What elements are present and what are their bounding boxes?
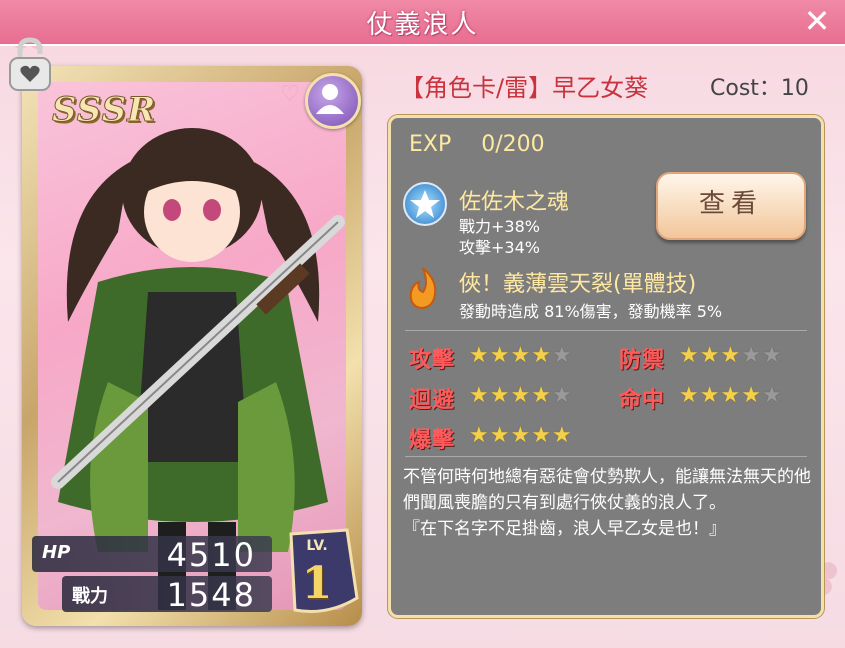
star-rating: ★★★★★ xyxy=(469,343,573,368)
favorite-heart-icon[interactable]: ♡ xyxy=(280,82,300,107)
power-row: 戰力 1548 xyxy=(62,576,272,614)
card-stats: HP 4510 戰力 1548 xyxy=(32,536,272,614)
star-filled-icon: ★ xyxy=(510,423,532,448)
stat-accuracy: 命中 ★★★★★ xyxy=(619,382,819,413)
star-filled-icon: ★ xyxy=(679,343,700,368)
star-filled-icon: ★ xyxy=(531,343,552,368)
stat-attack: 攻擊 ★★★★★ xyxy=(409,342,609,373)
title-bar: 仗義浪人 ✕ xyxy=(0,0,845,46)
star-empty-icon: ★ xyxy=(761,343,783,368)
view-button[interactable]: 查看 xyxy=(656,172,806,240)
avatar-icon[interactable] xyxy=(305,73,361,129)
info-panel: EXP 0/200 佐佐木之魂 戰力+38% 攻擊+34% 查看 俠！義薄雲天裂(… xyxy=(388,115,824,618)
level-label: LV. xyxy=(306,538,328,554)
level-badge: LV. 1 xyxy=(287,528,361,618)
exp-label: EXP xyxy=(409,132,452,157)
star-filled-icon: ★ xyxy=(469,423,490,448)
hp-label: HP xyxy=(42,542,71,563)
stat-label: 防禦 xyxy=(619,348,666,373)
fire-skill-icon xyxy=(403,266,443,310)
star-rating: ★★★★★ xyxy=(679,343,783,368)
star-filled-icon: ★ xyxy=(489,423,511,448)
stat-defense: 防禦 ★★★★★ xyxy=(619,342,819,373)
stat-evasion: 迴避 ★★★★★ xyxy=(409,382,609,413)
star-filled-icon: ★ xyxy=(699,343,721,368)
lock-icon[interactable] xyxy=(6,36,54,94)
star-empty-icon: ★ xyxy=(761,383,783,408)
star-filled-icon: ★ xyxy=(699,383,721,408)
stat-critical: 爆擊 ★★★★★ xyxy=(409,422,609,453)
star-filled-icon: ★ xyxy=(469,343,490,368)
skill1-name: 佐佐木之魂 xyxy=(459,190,570,215)
level-value: 1 xyxy=(301,558,333,609)
star-filled-icon: ★ xyxy=(489,383,511,408)
star-filled-icon: ★ xyxy=(551,423,573,448)
star-filled-icon: ★ xyxy=(510,383,532,408)
power-label: 戰力 xyxy=(72,586,108,607)
hp-row: HP 4510 xyxy=(32,536,272,574)
skill2-name: 俠！義薄雲天裂(單體技) xyxy=(459,272,697,297)
card-name: 【角色卡/雷】早乙女葵 xyxy=(400,74,649,102)
star-filled-icon: ★ xyxy=(741,383,762,408)
star-empty-icon: ★ xyxy=(741,343,762,368)
star-filled-icon: ★ xyxy=(720,343,742,368)
stat-label: 爆擊 xyxy=(409,428,456,453)
stat-label: 命中 xyxy=(619,388,666,413)
star-filled-icon: ★ xyxy=(510,343,532,368)
power-value: 1548 xyxy=(166,576,256,614)
exp-row: EXP 0/200 xyxy=(409,132,545,157)
star-rating: ★★★★★ xyxy=(469,423,573,448)
divider xyxy=(405,456,807,457)
card-cost: Cost：10 xyxy=(710,76,809,101)
card-description: 不管何時何地總有惡徒會仗勢欺人，能讓無法無天的他們聞風喪膽的只有到處行俠仗義的浪… xyxy=(403,467,811,539)
character-card: SSSR HP 4510 戰力 1548 LV. 1 xyxy=(22,66,362,626)
star-skill-icon xyxy=(403,182,447,226)
stat-label: 迴避 xyxy=(409,388,456,413)
star-rating: ★★★★★ xyxy=(679,383,783,408)
star-filled-icon: ★ xyxy=(679,383,700,408)
skill2-description: 發動時造成 81%傷害，發動機率 5% xyxy=(459,302,723,321)
star-filled-icon: ★ xyxy=(489,343,511,368)
window-title: 仗義浪人 xyxy=(366,10,479,40)
close-icon[interactable]: ✕ xyxy=(801,5,833,38)
rarity-label: SSSR xyxy=(51,90,157,131)
hp-value: 4510 xyxy=(166,536,256,574)
skill1-line2: 攻擊+34% xyxy=(459,238,540,257)
stat-label: 攻擊 xyxy=(409,348,456,373)
exp-value: 0/200 xyxy=(481,132,545,157)
star-empty-icon: ★ xyxy=(551,383,573,408)
card-detail-window: ✿ ✿ 仗義浪人 ✕ xyxy=(0,0,845,648)
star-empty-icon: ★ xyxy=(551,343,573,368)
star-filled-icon: ★ xyxy=(720,383,742,408)
star-rating: ★★★★★ xyxy=(469,383,573,408)
star-filled-icon: ★ xyxy=(531,383,552,408)
star-filled-icon: ★ xyxy=(469,383,490,408)
divider xyxy=(405,330,807,331)
star-filled-icon: ★ xyxy=(531,423,552,448)
